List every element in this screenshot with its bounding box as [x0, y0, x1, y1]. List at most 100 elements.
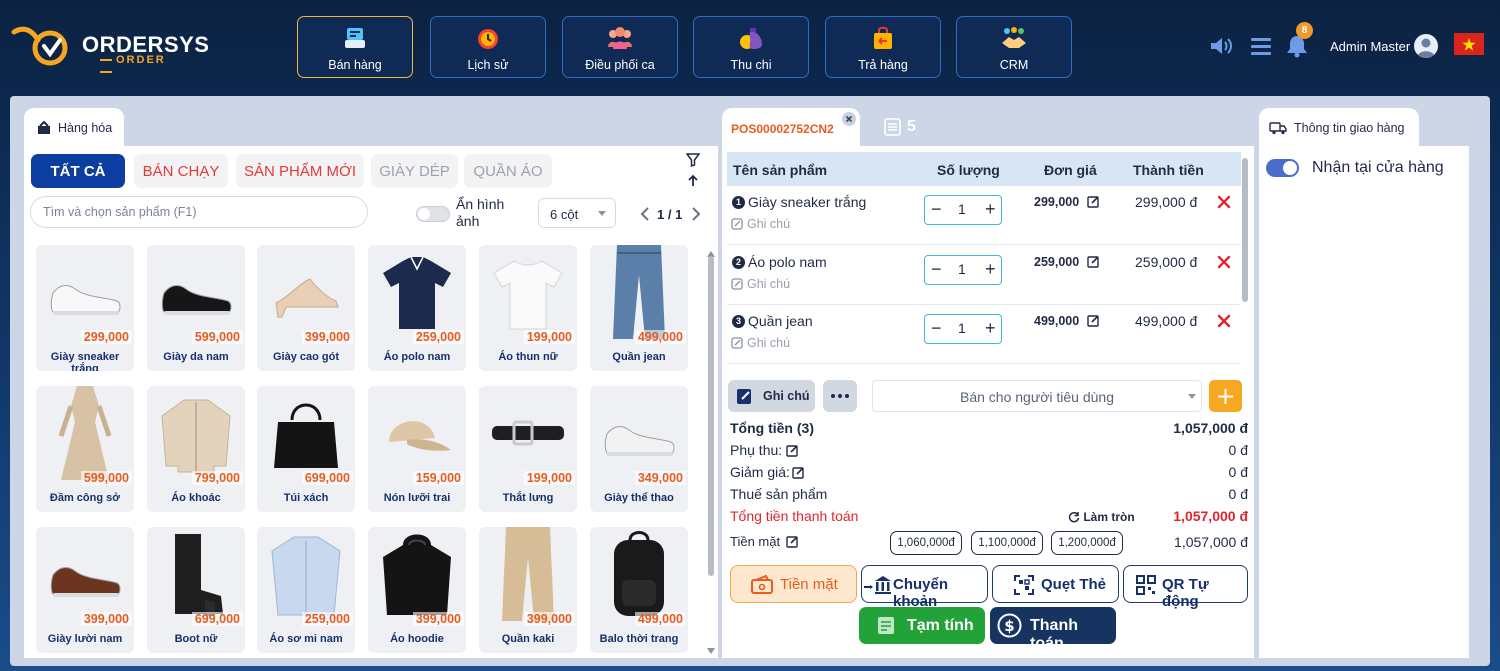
edit-price-icon[interactable]	[1087, 314, 1100, 327]
prev-page-icon[interactable]	[640, 207, 650, 221]
tab-hang-hoa[interactable]: Hàng hóa	[24, 108, 124, 148]
edit-icon[interactable]	[792, 466, 805, 479]
filter-clothes[interactable]: QUẦN ÁO	[464, 154, 552, 188]
summary-label: Tổng tiền thanh toán	[730, 508, 859, 524]
quick-amount-chip[interactable]: 1,100,000đ	[971, 531, 1043, 555]
item-note-field[interactable]: Ghi chú	[747, 217, 790, 231]
quantity-stepper[interactable]: −1 +	[924, 314, 1002, 344]
product-card[interactable]: 499,000 Quần jean	[590, 245, 688, 371]
pay-card-button[interactable]: Quẹt Thẻ	[992, 565, 1119, 603]
add-order-icon[interactable]	[930, 116, 948, 134]
filter-best-selling[interactable]: BÁN CHẠY	[134, 154, 228, 188]
product-name: Áo sơ mi nam	[269, 633, 343, 645]
item-note-field[interactable]: Ghi chú	[747, 336, 790, 350]
next-page-icon[interactable]	[691, 207, 701, 221]
item-note-field[interactable]: Ghi chú	[747, 277, 790, 291]
edit-icon[interactable]	[786, 444, 799, 457]
product-card[interactable]: 199,000 Áo thun nữ	[479, 245, 577, 371]
pay-cash-button[interactable]: Tiền mặt	[730, 565, 857, 603]
increase-button[interactable]: +	[985, 259, 996, 280]
nav-dieu-phoi-ca[interactable]: Điều phối ca	[562, 16, 678, 78]
filter-new-products[interactable]: SẢN PHẨM MỚI	[236, 154, 364, 188]
order-list-icon[interactable]	[884, 118, 901, 136]
product-scrollbar[interactable]	[707, 244, 715, 656]
filter-icon[interactable]	[686, 153, 700, 167]
product-card[interactable]: 499,000 Balo thời trang	[590, 527, 688, 653]
quantity-stepper[interactable]: −1 +	[924, 195, 1002, 225]
decrease-button[interactable]: −	[931, 199, 942, 220]
filter-all[interactable]: TẤT CẢ	[31, 154, 125, 188]
nav-ban-hang[interactable]: Bán hàng	[297, 16, 413, 78]
vn-flag-icon[interactable]	[1454, 33, 1484, 55]
increase-button[interactable]: +	[985, 199, 996, 220]
nav-tra-hang[interactable]: Trả hàng	[825, 16, 941, 78]
product-card[interactable]: 599,000 Đầm công sở	[36, 386, 134, 512]
product-card[interactable]: 699,000 Túi xách	[257, 386, 355, 512]
quantity-value[interactable]: 1	[958, 320, 966, 336]
tab-order[interactable]: POS00002752CN2	[722, 108, 860, 148]
product-card[interactable]: 159,000 Nón lưỡi trai	[368, 386, 466, 512]
speaker-icon[interactable]	[1208, 34, 1234, 58]
nav-crm[interactable]: CRM	[956, 16, 1072, 78]
history-clock-icon	[478, 29, 498, 49]
product-card[interactable]: 299,000 Giày sneaker trắng	[36, 245, 134, 371]
order-code: POS00002752CN2	[731, 122, 834, 136]
item-name: Quần jean	[748, 313, 813, 329]
edit-price-icon[interactable]	[1087, 195, 1100, 208]
product-card[interactable]: 349,000 Giày thể thao	[590, 386, 688, 512]
user-menu[interactable]: Admin Master	[1318, 30, 1442, 62]
product-card[interactable]: 259,000 Áo polo nam	[368, 245, 466, 371]
tab-delivery[interactable]: Thông tin giao hàng	[1259, 108, 1419, 148]
product-card[interactable]: 699,000 Boot nữ	[147, 527, 245, 653]
pay-qr-button[interactable]: QR Tự động	[1123, 565, 1248, 610]
edit-icon[interactable]	[786, 535, 799, 548]
pay-transfer-button[interactable]: Chuyển khoản	[861, 565, 988, 610]
checkout-button[interactable]: $ Thanh toán	[990, 607, 1116, 652]
nav-thu-chi[interactable]: Thu chi	[693, 16, 809, 78]
nav-label: CRM	[999, 58, 1029, 72]
customer-select[interactable]: Bán cho người tiêu dùng	[872, 380, 1202, 412]
increase-button[interactable]: +	[985, 318, 996, 339]
product-price: 599,000	[191, 330, 243, 344]
product-card[interactable]: 399,000 Áo hoodie	[368, 527, 466, 653]
draft-button[interactable]: Tạm tính	[859, 607, 985, 644]
note-button[interactable]: Ghi chú	[728, 380, 815, 412]
add-customer-button[interactable]	[1209, 380, 1242, 412]
product-name: Balo thời trang	[599, 633, 679, 645]
delete-icon[interactable]	[1217, 195, 1231, 209]
quick-amount-chip[interactable]: 1,200,000đ	[1051, 531, 1123, 555]
quantity-value[interactable]: 1	[958, 261, 966, 277]
close-tab-icon[interactable]	[842, 112, 856, 126]
delete-icon[interactable]	[1217, 255, 1231, 269]
decrease-button[interactable]: −	[931, 259, 942, 280]
quick-amount-chip[interactable]: 1,060,000đ	[890, 531, 962, 555]
edit-price-icon[interactable]	[1087, 255, 1100, 268]
hide-images-toggle[interactable]	[416, 206, 450, 222]
product-search-input[interactable]: Tìm và chọn sản phẩm (F1)	[30, 196, 368, 228]
product-card[interactable]: 799,000 Áo khoác	[147, 386, 245, 512]
menu-icon[interactable]	[1248, 34, 1274, 58]
product-card[interactable]: 599,000 Giày da nam	[147, 245, 245, 371]
quantity-value[interactable]: 1	[958, 201, 966, 217]
round-button[interactable]: Làm tròn	[1068, 510, 1135, 524]
item-total: 299,000 đ	[1135, 194, 1198, 210]
product-card[interactable]: 199,000 Thắt lưng	[479, 386, 577, 512]
sort-up-icon[interactable]	[686, 174, 700, 188]
order-scrollbar[interactable]	[1242, 158, 1248, 302]
product-card[interactable]: 259,000 Áo sơ mi nam	[257, 527, 355, 653]
quantity-stepper[interactable]: −1 +	[924, 255, 1002, 285]
nav-lich-su[interactable]: Lịch sử	[430, 16, 546, 78]
logo[interactable]: ORDERSYS ORDER	[10, 22, 209, 72]
filter-shoes[interactable]: GIÀY DÉP	[371, 154, 458, 188]
pickup-toggle[interactable]	[1266, 159, 1299, 177]
product-price: 499,000	[634, 612, 686, 626]
more-options-button[interactable]	[823, 380, 857, 412]
product-price: 699,000	[191, 612, 243, 626]
product-card[interactable]: 399,000 Giày lười nam	[36, 527, 134, 653]
columns-select[interactable]: 6 cột	[538, 198, 616, 228]
product-card[interactable]: 399,000 Quần kaki	[479, 527, 577, 653]
decrease-button[interactable]: −	[931, 318, 942, 339]
product-card[interactable]: 399,000 Giày cao gót	[257, 245, 355, 371]
delete-icon[interactable]	[1217, 314, 1231, 328]
pager-text: 1 / 1	[657, 207, 683, 222]
